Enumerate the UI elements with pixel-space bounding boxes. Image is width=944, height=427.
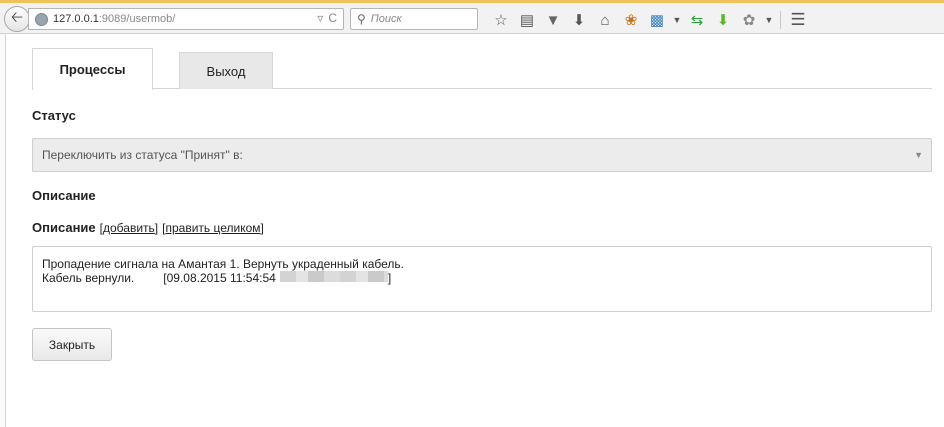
description-field-label: Описание bbox=[32, 220, 96, 235]
back-arrow-icon[interactable]: 🡠 bbox=[4, 6, 30, 32]
edit-whole-link[interactable]: править целиком bbox=[165, 221, 260, 235]
browser-toolbar: 🡠 127.0.0.1:9089/usermob/ ▿ C ⚲ Поиск ☆ ▤… bbox=[0, 0, 944, 34]
description-field-label-row: Описание [добавить] [править целиком] bbox=[32, 220, 264, 235]
history-dropdown-icon[interactable]: ▿ bbox=[317, 11, 323, 25]
extension-dropdown-2-icon[interactable]: ▼ bbox=[762, 15, 776, 25]
pocket-icon[interactable]: ▼ bbox=[540, 10, 566, 30]
url-actions: ▿ C bbox=[312, 11, 337, 25]
redacted-author bbox=[279, 271, 388, 282]
extension-grid-icon[interactable]: ▩ bbox=[644, 10, 670, 30]
reload-icon[interactable]: C bbox=[328, 11, 337, 25]
description-line-2-text: Кабель вернули. bbox=[42, 271, 135, 285]
toolbar-separator bbox=[780, 11, 781, 29]
add-link[interactable]: добавить bbox=[103, 221, 155, 235]
tab-processes[interactable]: Процессы bbox=[32, 48, 153, 90]
description-heading: Описание bbox=[32, 188, 96, 203]
menu-hamburger-icon[interactable]: ☰ bbox=[785, 10, 811, 30]
url-text: 127.0.0.1:9089/usermob/ bbox=[53, 13, 175, 25]
toolbar-icons: ☆ ▤ ▼ ⬇ ⌂ ❀ ▩ ▼ ⇆ ⬇ ✿ ▼ ☰ bbox=[488, 9, 811, 31]
description-line-2-close: ] bbox=[387, 271, 392, 285]
extension-dropdown-icon[interactable]: ▼ bbox=[670, 15, 684, 25]
status-select[interactable]: Переключить из статуса "Принят" в: ▼ bbox=[32, 138, 932, 172]
url-bar[interactable]: 127.0.0.1:9089/usermob/ ▿ C bbox=[28, 8, 344, 30]
chevron-down-icon: ▼ bbox=[914, 150, 923, 160]
reading-list-icon[interactable]: ▤ bbox=[514, 10, 540, 30]
globe-icon bbox=[35, 12, 48, 26]
download-icon[interactable]: ⬇ bbox=[566, 10, 592, 30]
description-textbox[interactable]: Пропадение сигнала на Амантая 1. Вернуть… bbox=[32, 246, 932, 312]
extension-bug-icon[interactable]: ❀ bbox=[618, 10, 644, 30]
search-input[interactable]: ⚲ Поиск bbox=[350, 8, 478, 30]
tab-bar: Процессы Выход bbox=[32, 48, 932, 90]
tab-exit[interactable]: Выход bbox=[179, 52, 273, 89]
status-label: Статус bbox=[32, 108, 76, 123]
green-download-icon[interactable]: ⬇ bbox=[710, 10, 736, 30]
description-line-2-stamp: [09.08.2015 11:54:54 bbox=[163, 271, 276, 285]
close-button[interactable]: Закрыть bbox=[32, 328, 112, 361]
status-select-value: Переключить из статуса "Принят" в: bbox=[42, 148, 243, 162]
description-line-1: Пропадение сигнала на Амантая 1. Вернуть… bbox=[42, 257, 404, 271]
home-icon[interactable]: ⌂ bbox=[592, 10, 618, 30]
search-icon: ⚲ bbox=[357, 12, 366, 26]
url-host: 127.0.0.1 bbox=[53, 13, 99, 25]
left-edge bbox=[0, 34, 6, 427]
description-line-2: Кабель вернули. [09.08.2015 11:54:54 ] bbox=[42, 271, 922, 285]
url-path: :9089/usermob/ bbox=[98, 13, 176, 25]
sync-arrows-icon[interactable]: ⇆ bbox=[684, 10, 710, 30]
bracket-close: ] bbox=[260, 221, 264, 235]
bookmark-star-icon[interactable]: ☆ bbox=[488, 10, 514, 30]
extension-leaf-icon[interactable]: ✿ bbox=[736, 10, 762, 30]
bracket-close: ] bbox=[154, 221, 159, 235]
search-placeholder: Поиск bbox=[370, 13, 402, 25]
